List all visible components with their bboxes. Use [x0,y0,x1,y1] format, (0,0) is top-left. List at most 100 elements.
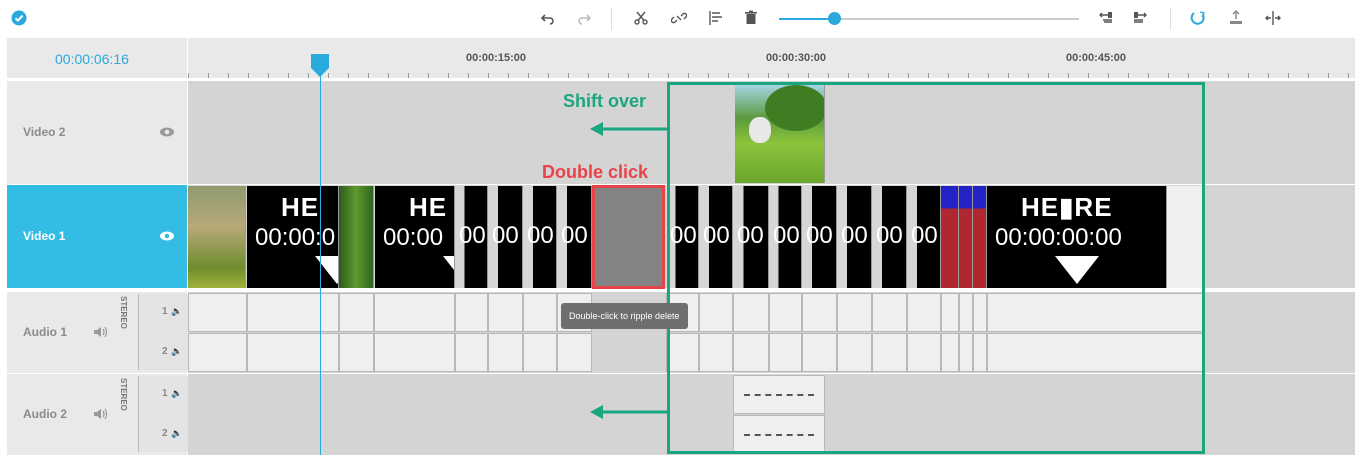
stereo-label: STEREO [119,296,128,329]
audio-clip[interactable] [339,293,374,332]
track-header-audio-1[interactable]: Audio 1 STEREO 1 🔈 2 🔈 [7,292,189,374]
zoom-slider[interactable] [779,12,1079,25]
move-right-icon[interactable] [1130,8,1150,28]
audio-clip[interactable] [374,293,455,332]
ruler-tick [908,73,909,78]
ruler-tick [1068,73,1069,78]
video-clip-countdown[interactable]: 00 [523,186,557,288]
speaker-icon[interactable] [93,407,109,426]
ruler-tick [248,73,249,78]
playhead-handle[interactable] [311,54,329,68]
ruler-tick [788,73,789,78]
undo-icon[interactable] [538,8,558,28]
ruler-tick [1268,73,1269,78]
redo-icon[interactable] [574,8,594,28]
channel-speaker-icon: 🔈 [171,388,183,398]
ruler-tick [348,73,349,78]
audio-clip[interactable] [374,333,455,372]
eye-icon[interactable] [159,229,175,247]
check-icon[interactable] [9,8,29,28]
ruler-tick [308,73,309,78]
ruler-tick [1248,73,1249,78]
trash-icon[interactable] [741,8,761,28]
ruler-tick [1308,73,1309,78]
stereo-label: STEREO [119,378,128,411]
ruler-tick [1088,73,1089,78]
audio-clip[interactable] [247,333,339,372]
ruler-tick [928,73,929,78]
track-header-video-1[interactable]: Video 1 [7,185,187,289]
ruler-tick [1168,73,1169,78]
ripple-delete-tooltip: Double-click to ripple delete [561,303,688,329]
double-click-highlight [592,185,665,289]
ruler-tick [508,73,509,78]
ruler-tick [1188,73,1189,78]
video-clip-countdown[interactable]: HE 00:00:0 [247,186,339,288]
audio-clip[interactable] [523,333,557,372]
ruler-tick [1028,73,1029,78]
channel-label: 1 [162,388,168,399]
ruler-tick [548,73,549,78]
ruler-tick [288,73,289,78]
magnet-icon[interactable] [1188,8,1208,28]
current-timecode[interactable]: 00:00:06:16 [55,51,129,67]
audio-clip[interactable] [247,293,339,332]
track-header-audio-2[interactable]: Audio 2 STEREO 1 🔈 2 🔈 [7,374,189,456]
track-header-video-2[interactable]: Video 2 [7,81,187,185]
audio-clip[interactable] [188,333,247,372]
audio-clip[interactable] [188,293,247,332]
ruler-tick [408,73,409,78]
ruler-tick [448,73,449,78]
ruler-tick [188,73,189,78]
clip-here-text: HE [281,192,320,222]
arrow-left-icon [590,122,668,141]
audio-clip[interactable] [557,333,592,372]
clip-timecode-text: 00:00:0 [255,224,336,251]
ruler-tick [1208,73,1209,78]
ruler-tick [948,73,949,78]
video-clip-countdown[interactable]: 00 [455,186,488,288]
align-icon[interactable] [706,8,726,28]
ruler-tick [608,73,609,78]
speaker-icon[interactable] [93,325,109,344]
arrow-left-icon [590,405,668,424]
zoom-slider-rest [834,18,1079,20]
video-clip-countdown[interactable]: 00 [488,186,523,288]
split-view-icon[interactable] [1263,8,1283,28]
zoom-slider-handle[interactable] [828,12,841,25]
clip-timecode-text: 00 [527,222,554,249]
ruler-tick [1008,73,1009,78]
audio-clip[interactable] [488,333,523,372]
move-left-icon[interactable] [1096,8,1116,28]
video-clip-countdown[interactable]: HE 00:00 [375,186,455,288]
track-name: Audio 2 [23,407,67,421]
lift-icon[interactable] [1226,8,1246,28]
unlink-icon[interactable] [669,8,689,28]
video-clip-countdown[interactable]: 00 [557,186,592,288]
audio-clip[interactable] [455,293,488,332]
channel-speaker-icon: 🔈 [171,346,183,356]
time-ruler[interactable]: 00:00:15:00 00:00:30:00 00:00:45:00 [188,38,1355,78]
clip-timecode-text: 00 [492,222,519,249]
clip-timecode-text: 00 [459,222,486,249]
video-clip-nature[interactable] [188,186,246,288]
ruler-tick [828,73,829,78]
audio-clip[interactable] [488,293,523,332]
ruler-tick [588,73,589,78]
ruler-tick [368,73,369,78]
video-clip-forest[interactable] [339,186,374,288]
playhead[interactable] [320,55,321,455]
ruler-tick [208,73,209,78]
track-name: Video 1 [23,229,66,243]
scissors-icon[interactable] [631,8,651,28]
timecode-box: 00:00:06:16 [7,38,187,78]
ruler-tick [428,73,429,78]
audio-clip[interactable] [523,293,557,332]
ruler-tick [1328,73,1329,78]
eye-icon[interactable] [159,125,175,143]
audio-clip[interactable] [455,333,488,372]
ruler-tick [668,73,669,78]
channel-label: 1 [162,306,168,317]
audio-clip[interactable] [339,333,374,372]
ruler-tick [988,73,989,78]
